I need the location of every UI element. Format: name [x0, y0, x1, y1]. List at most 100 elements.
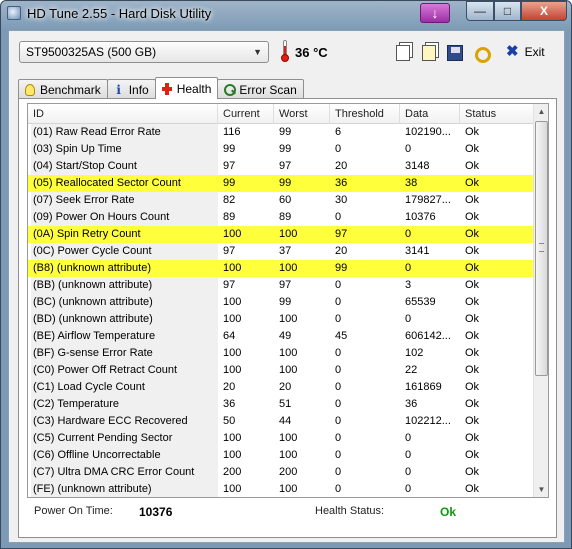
- maximize-button[interactable]: □: [494, 1, 521, 21]
- cell-worst: 60: [279, 194, 292, 206]
- cell-data: 161869: [405, 381, 442, 393]
- cell-status: Ok: [465, 398, 480, 410]
- cell-status: Ok: [465, 177, 480, 189]
- cell-current: 36: [223, 398, 236, 410]
- table-row[interactable]: (C1) Load Cycle Count 20 20 0 161869 Ok: [28, 379, 534, 396]
- table-row[interactable]: (0C) Power Cycle Count 97 37 20 3141 Ok: [28, 243, 534, 260]
- table-row[interactable]: (09) Power On Hours Count 89 89 0 10376 Ok: [28, 209, 534, 226]
- cell-threshold: 20: [335, 245, 348, 257]
- cell-data: 606142...: [405, 330, 451, 342]
- column-header-status[interactable]: Status: [460, 104, 534, 124]
- cell-id: (01) Raw Read Error Rate: [28, 124, 218, 141]
- cell-current: 100: [223, 432, 242, 444]
- table-row[interactable]: (C7) Ultra DMA CRC Error Count 200 200 0 0 Ok: [28, 464, 534, 481]
- column-header-id[interactable]: ID: [28, 104, 218, 124]
- close-button[interactable]: X: [521, 1, 567, 21]
- cell-status: Ok: [465, 483, 480, 495]
- cell-threshold: 0: [335, 313, 342, 325]
- tab-error-scan[interactable]: Error Scan: [217, 79, 304, 99]
- table-row[interactable]: (B8) (unknown attribute) 100 100 99 0 Ok: [28, 260, 534, 277]
- options-button[interactable]: [469, 41, 493, 65]
- smart-table: ID Current Worst Threshold Data Status (…: [27, 103, 549, 498]
- cell-data: 179827...: [405, 194, 451, 206]
- table-row[interactable]: (07) Seek Error Rate 82 60 30 179827... Ok: [28, 192, 534, 209]
- cell-status: Ok: [465, 313, 480, 325]
- copy-icon: [396, 45, 410, 61]
- cell-current: 100: [223, 313, 242, 325]
- cell-worst: 200: [279, 466, 298, 478]
- column-header-data[interactable]: Data: [400, 104, 460, 124]
- info-icon: i: [116, 82, 121, 97]
- cell-status: Ok: [465, 143, 480, 155]
- cell-threshold: 97: [335, 228, 348, 240]
- health-cross-icon: [161, 82, 172, 95]
- copy-screenshot-button[interactable]: [417, 41, 441, 65]
- cell-current: 100: [223, 483, 242, 495]
- column-header-threshold[interactable]: Threshold: [330, 104, 400, 124]
- table-row[interactable]: (C2) Temperature 36 51 0 36 Ok: [28, 396, 534, 413]
- cell-threshold: 0: [335, 415, 342, 427]
- save-button[interactable]: [443, 41, 467, 65]
- table-row[interactable]: (BE) Airflow Temperature 64 49 45 606142... O…: [28, 328, 534, 345]
- table-row[interactable]: (C6) Offline Uncorrectable 100 100 0 0 Ok: [28, 447, 534, 464]
- table-row[interactable]: (01) Raw Read Error Rate 116 99 6 102190... O…: [28, 124, 534, 141]
- tab-info[interactable]: i Info: [106, 79, 156, 99]
- table-row[interactable]: (FE) (unknown attribute) 100 100 0 0 Ok: [28, 481, 534, 497]
- exit-button[interactable]: ✖ Exit: [506, 44, 545, 59]
- table-row[interactable]: (0A) Spin Retry Count 100 100 97 0 Ok: [28, 226, 534, 243]
- chevron-down-icon: ▼: [253, 47, 262, 57]
- cell-status: Ok: [465, 160, 480, 172]
- cell-data: 10376: [405, 211, 436, 223]
- cell-status: Ok: [465, 126, 480, 138]
- cell-status: Ok: [465, 245, 480, 257]
- cell-status: Ok: [465, 381, 480, 393]
- cell-worst: 51: [279, 398, 292, 410]
- download-arrow-icon[interactable]: ↓: [420, 3, 450, 23]
- scroll-down-icon[interactable]: ▼: [534, 482, 548, 497]
- table-row[interactable]: (C5) Current Pending Sector 100 100 0 0 Ok: [28, 430, 534, 447]
- options-icon: [473, 45, 491, 63]
- drive-select[interactable]: ST9500325AS (500 GB) ▼: [19, 41, 269, 63]
- table-row[interactable]: (05) Reallocated Sector Count 99 99 36 38 Ok: [28, 175, 534, 192]
- column-header-current[interactable]: Current: [218, 104, 274, 124]
- table-row[interactable]: (BD) (unknown attribute) 100 100 0 0 Ok: [28, 311, 534, 328]
- cell-data: 38: [405, 177, 418, 189]
- table-row[interactable]: (03) Spin Up Time 99 99 0 0 Ok: [28, 141, 534, 158]
- copy-text-button[interactable]: [391, 41, 415, 65]
- vertical-scrollbar[interactable]: ▲ ▼: [533, 104, 548, 497]
- table-row[interactable]: (C0) Power Off Retract Count 100 100 0 22 Ok: [28, 362, 534, 379]
- tab-label: Info: [128, 82, 149, 97]
- cell-data: 0: [405, 466, 412, 478]
- cell-id: (C3) Hardware ECC Recovered: [28, 413, 218, 430]
- cell-worst: 49: [279, 330, 292, 342]
- cell-worst: 100: [279, 364, 298, 376]
- window-title: HD Tune 2.55 - Hard Disk Utility: [27, 6, 212, 21]
- cell-threshold: 36: [335, 177, 348, 189]
- cell-worst: 44: [279, 415, 292, 427]
- table-row[interactable]: (BF) G-sense Error Rate 100 100 0 102 Ok: [28, 345, 534, 362]
- table-row[interactable]: (BB) (unknown attribute) 97 97 0 3 Ok: [28, 277, 534, 294]
- title-bar[interactable]: HD Tune 2.55 - Hard Disk Utility ↓ — □ X: [1, 1, 571, 27]
- table-row[interactable]: (BC) (unknown attribute) 100 99 0 65539 Ok: [28, 294, 534, 311]
- table-row[interactable]: (04) Start/Stop Count 97 97 20 3148 Ok: [28, 158, 534, 175]
- tab-label: Health: [176, 81, 212, 96]
- thermometer-icon: [281, 40, 289, 62]
- scrollbar-thumb[interactable]: [535, 121, 548, 376]
- cell-status: Ok: [465, 228, 480, 240]
- minimize-button[interactable]: —: [466, 1, 494, 21]
- cell-current: 100: [223, 364, 242, 376]
- temperature-readout: 36 °C: [295, 45, 328, 60]
- cell-id: (BC) (unknown attribute): [28, 294, 218, 311]
- cell-worst: 89: [279, 211, 292, 223]
- table-row[interactable]: (C3) Hardware ECC Recovered 50 44 0 102212..…: [28, 413, 534, 430]
- cell-worst: 99: [279, 296, 292, 308]
- scroll-up-icon[interactable]: ▲: [534, 104, 548, 119]
- cell-status: Ok: [465, 466, 480, 478]
- tab-health[interactable]: Health: [154, 77, 219, 99]
- cell-threshold: 0: [335, 398, 342, 410]
- cell-threshold: 0: [335, 381, 342, 393]
- cell-status: Ok: [465, 347, 480, 359]
- column-header-worst[interactable]: Worst: [274, 104, 330, 124]
- cell-threshold: 0: [335, 279, 342, 291]
- tab-benchmark[interactable]: Benchmark: [18, 79, 108, 99]
